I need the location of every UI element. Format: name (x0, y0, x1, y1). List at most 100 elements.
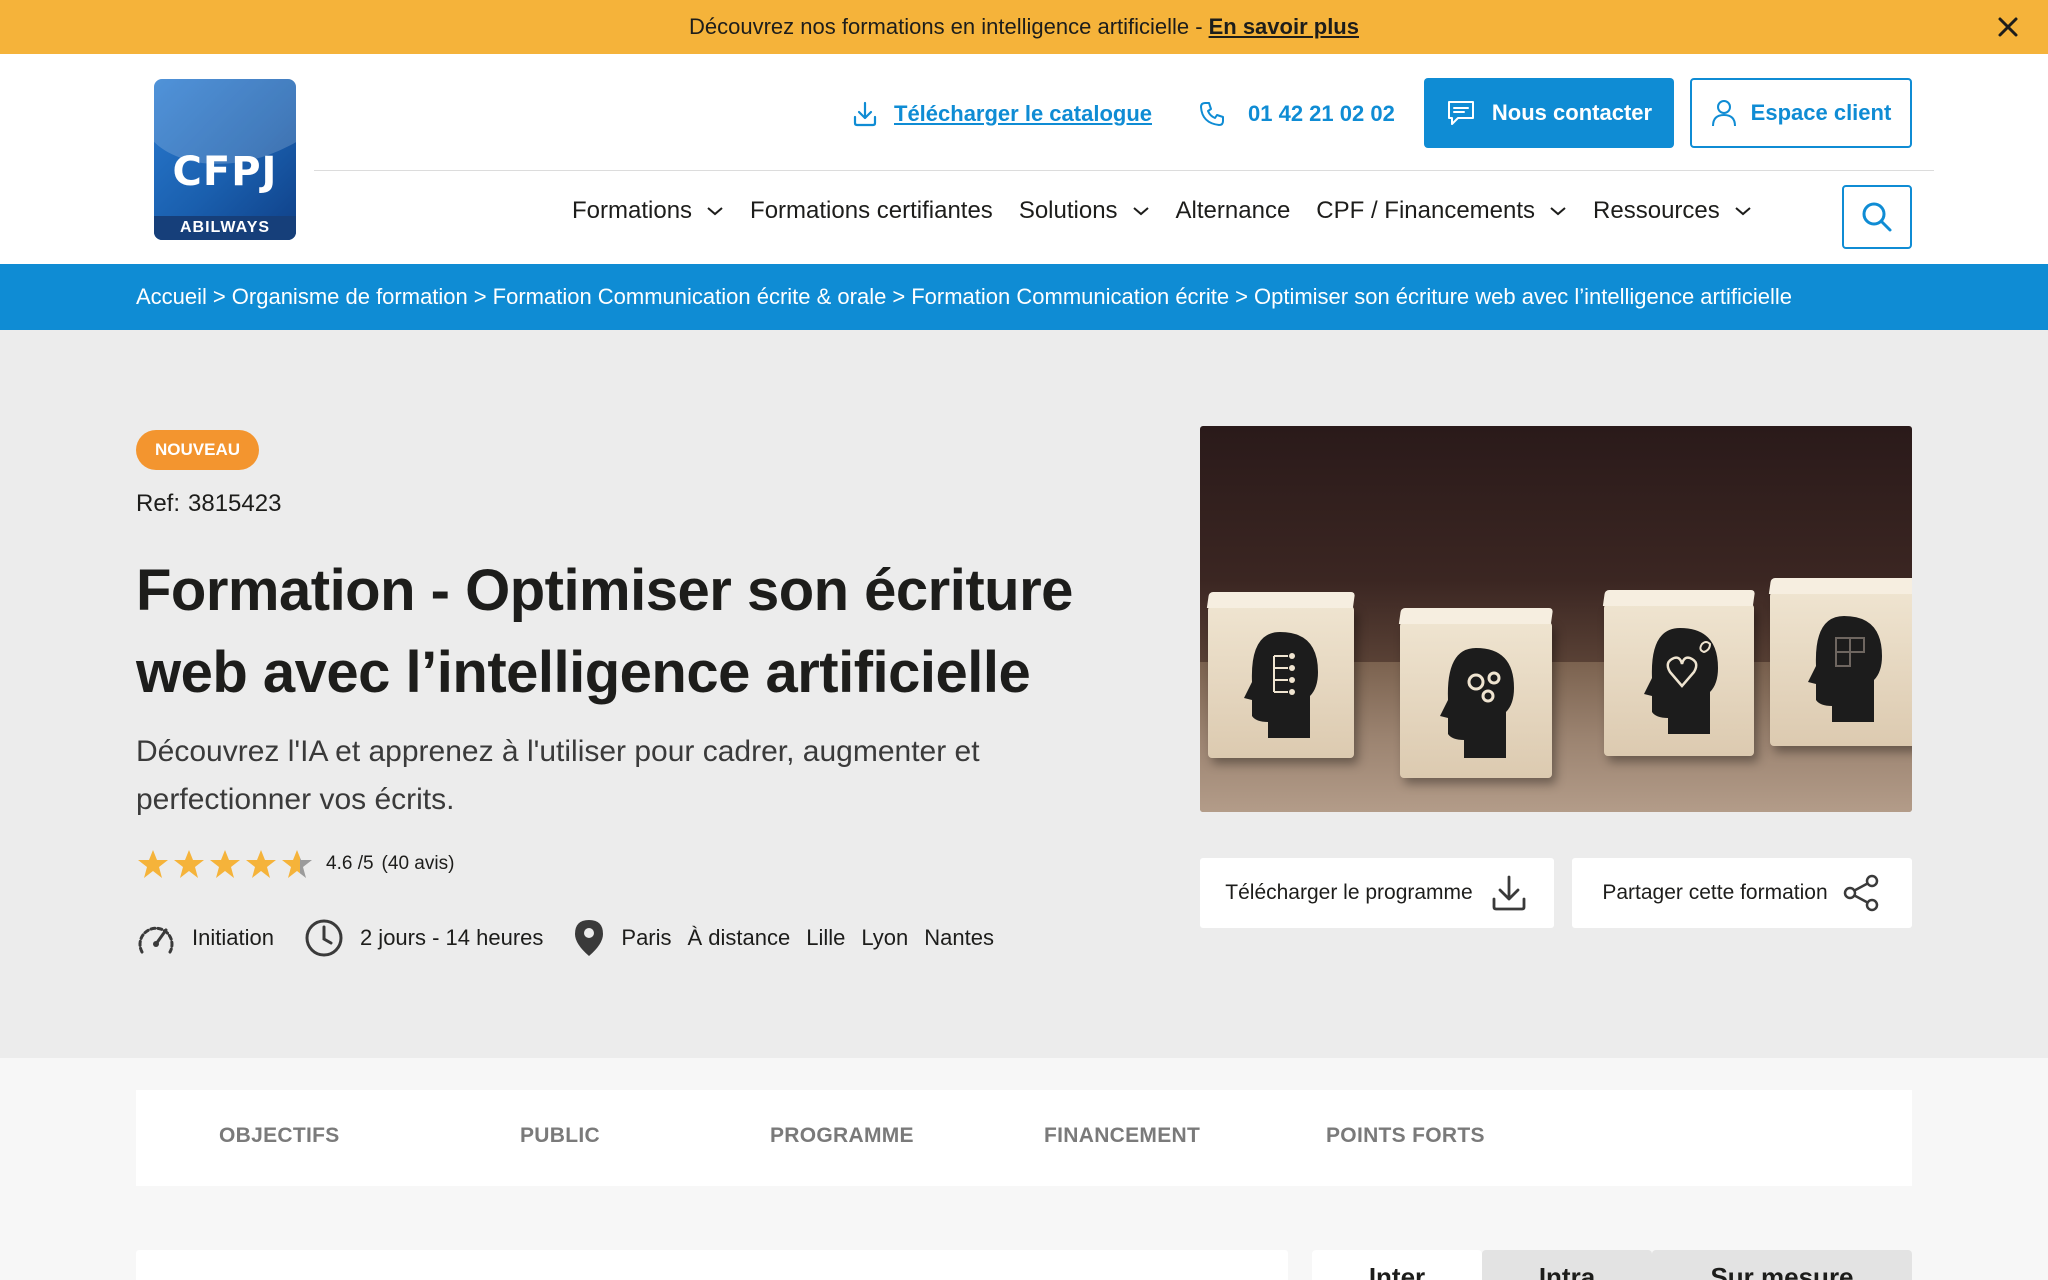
star-icon (138, 850, 168, 878)
download-program-label: Télécharger le programme (1225, 881, 1473, 904)
course-subtitle: Découvrez l'IA et apprenez à l'utiliser … (136, 735, 980, 816)
main-nav: Formations Formations certifiantes Solut… (572, 186, 1778, 236)
tab-sur-mesure[interactable]: Sur mesure (1652, 1250, 1912, 1280)
nav-item-ressources[interactable]: Ressources (1593, 197, 1752, 225)
breadcrumb-item-home[interactable]: Accueil (136, 284, 207, 310)
logo-name: CFPJ (172, 149, 278, 195)
chevron-down-icon (707, 207, 723, 216)
user-icon (1711, 100, 1736, 127)
course-hero: NOUVEAU Ref: 3815423 Formation - Optimise… (0, 330, 2048, 1058)
phone-link[interactable]: 01 42 21 02 02 (1198, 94, 1395, 134)
location-pin-icon (575, 920, 604, 956)
nav-item-formations-certifiantes[interactable]: Formations certifiantes (750, 197, 993, 225)
tab-intra[interactable]: Intra (1482, 1250, 1652, 1280)
logo-sub: ABILWAYS (154, 216, 296, 240)
tab-programme[interactable]: PROGRAMME (770, 1124, 914, 1148)
course-level: Initiation (136, 920, 274, 956)
phone-icon (1200, 102, 1224, 126)
nav-label: Alternance (1175, 197, 1291, 224)
tab-public[interactable]: PUBLIC (520, 1124, 600, 1148)
nav-label: Solutions (1018, 197, 1118, 224)
location-item: Lyon (861, 925, 909, 950)
breadcrumb-item-current: Optimiser son écriture web avec l’intell… (1253, 284, 1792, 309)
nav-label: Formations (572, 197, 693, 224)
chevron-down-icon (1735, 207, 1751, 216)
location-item: Nantes (924, 925, 994, 950)
share-course-button[interactable]: Partager cette formation (1572, 858, 1912, 928)
head-gears-icon (1440, 648, 1514, 758)
star-icon (246, 850, 276, 878)
close-icon[interactable] (1997, 16, 2019, 38)
search-button[interactable] (1842, 185, 1912, 249)
new-badge: NOUVEAU (136, 430, 260, 470)
course-reference: Ref: 3815423 (136, 490, 281, 518)
ref-value: 3815423 (188, 490, 282, 517)
contact-button[interactable]: Nous contacter (1424, 78, 1674, 148)
breadcrumb-separator: > (212, 284, 226, 309)
share-icon (1843, 874, 1878, 912)
download-program-button[interactable]: Télécharger le programme (1200, 858, 1554, 928)
breadcrumb-item[interactable]: Formation Communication écrite & orale (493, 284, 887, 310)
content-card (136, 1250, 1288, 1280)
rating-value: 4.6 /5 (326, 853, 374, 874)
announcement-bar: Découvrez nos formations en intelligence… (0, 0, 2048, 54)
section-tabs: OBJECTIFS PUBLIC PROGRAMME FINANCEMENT P… (136, 1090, 1912, 1186)
chat-icon (1447, 101, 1474, 125)
star-icon (174, 850, 204, 878)
rating-count: (40 avis) (381, 853, 455, 874)
course-locations: Paris À distance Lille Lyon Nantes (573, 918, 1010, 958)
head-puzzle-icon (1808, 616, 1882, 722)
session-type-tabs: Inter Intra Sur mesure (1312, 1250, 1912, 1280)
header-divider (314, 170, 1934, 171)
download-icon (1492, 875, 1526, 911)
nav-item-formations[interactable]: Formations (572, 197, 724, 225)
star-icon (210, 850, 240, 878)
share-label: Partager cette formation (1602, 881, 1828, 904)
nav-label: CPF / Financements (1316, 197, 1536, 224)
cfpj-logo[interactable]: CFPJ ABILWAYS (154, 79, 296, 240)
nav-item-alternance[interactable]: Alternance (1176, 197, 1291, 225)
nav-label: Formations certifiantes (750, 197, 993, 224)
breadcrumb-separator: > (892, 284, 906, 309)
catalog-label: Télécharger le catalogue (894, 101, 1152, 126)
course-meta: Initiation 2 jours - 14 heures Paris À d… (136, 916, 1040, 960)
star-icon (282, 850, 312, 878)
ref-label: Ref: (136, 490, 181, 517)
page-title: Formation - Optimiser son écriture web a… (136, 558, 1073, 705)
breadcrumb: Accueil > Organisme de formation > Forma… (0, 264, 2048, 330)
close-announcement-button[interactable] (1992, 11, 2024, 43)
nav-label: Ressources (1593, 197, 1720, 224)
site-header: CFPJ ABILWAYS Télécharger le catalogue 0… (0, 54, 2048, 264)
nav-item-cpf-financements[interactable]: CPF / Financements (1316, 197, 1567, 225)
location-item: À distance (687, 925, 791, 950)
rating-stars (136, 848, 314, 880)
client-label: Espace client (1750, 100, 1892, 125)
course-image (1200, 426, 1912, 812)
download-catalog-link[interactable]: Télécharger le catalogue (850, 94, 1152, 134)
tab-objectifs[interactable]: OBJECTIFS (219, 1124, 340, 1148)
phone-number: 01 42 21 02 02 (1248, 101, 1395, 126)
chevron-down-icon (1132, 207, 1149, 216)
tab-financement[interactable]: FINANCEMENT (1044, 1124, 1200, 1148)
nav-item-solutions[interactable]: Solutions (1019, 197, 1150, 225)
tab-inter[interactable]: Inter (1312, 1250, 1482, 1280)
announcement-link[interactable]: En savoir plus (1209, 14, 1359, 40)
level-label: Initiation (192, 925, 274, 950)
breadcrumb-item[interactable]: Formation Communication écrite (911, 284, 1229, 310)
head-list-icon (1244, 632, 1318, 738)
course-duration: 2 jours - 14 heures (304, 918, 543, 958)
breadcrumb-separator: > (473, 284, 487, 309)
breadcrumb-item[interactable]: Organisme de formation (232, 284, 468, 310)
location-item: Paris (621, 925, 672, 950)
announcement-text: Découvrez nos formations en intelligence… (689, 14, 1203, 39)
client-space-button[interactable]: Espace client (1690, 78, 1912, 148)
clock-icon (305, 919, 343, 957)
tab-points-forts[interactable]: POINTS FORTS (1326, 1124, 1485, 1148)
duration-label: 2 jours - 14 heures (359, 925, 544, 950)
download-icon (853, 101, 877, 127)
location-item: Lille (806, 925, 846, 950)
breadcrumb-separator: > (1235, 284, 1248, 309)
course-rating: 4.6 /5 (40 avis) (136, 846, 454, 882)
chevron-down-icon (1550, 207, 1566, 216)
head-heart-icon (1644, 628, 1718, 734)
